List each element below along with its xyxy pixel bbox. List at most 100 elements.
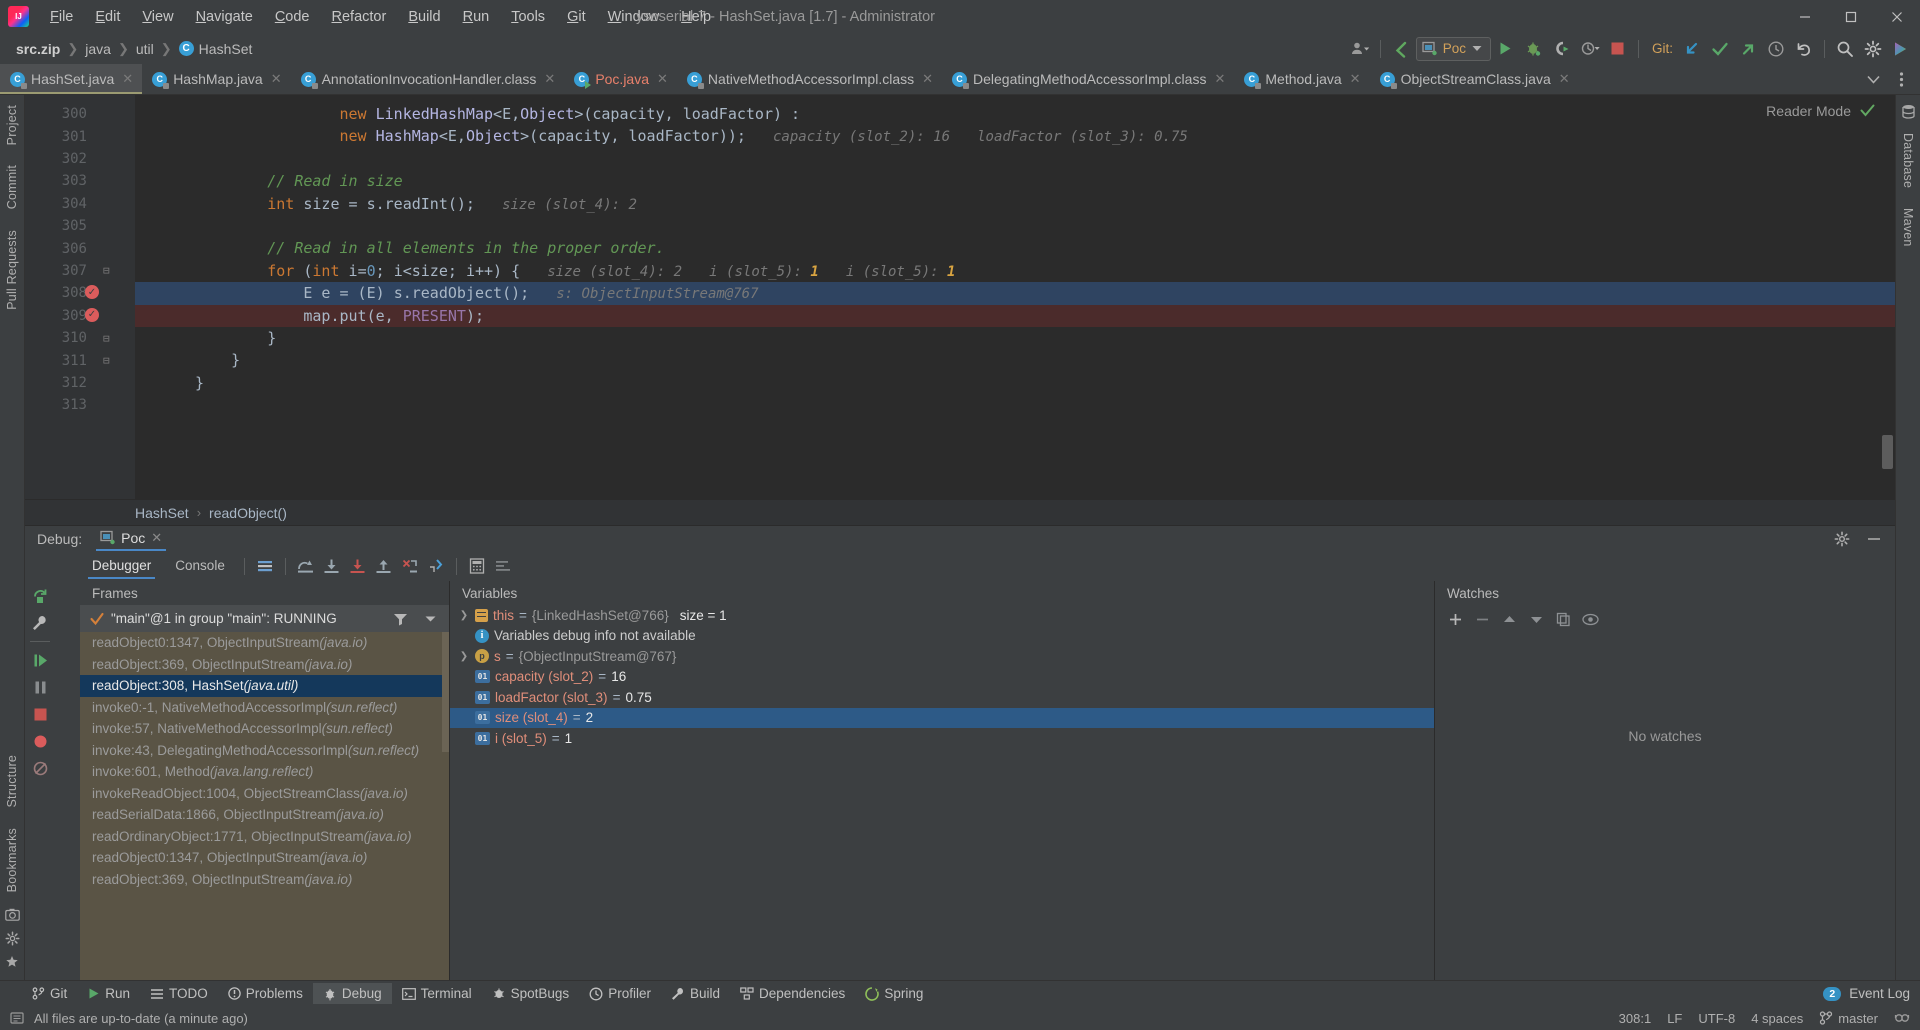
inspection-status-icon[interactable] xyxy=(1860,103,1875,118)
more-options-icon[interactable] xyxy=(1888,66,1914,92)
code-line[interactable]: // Read in size xyxy=(135,170,1895,192)
editor-tab-delegatingmethodaccessorimpl-class[interactable]: C DelegatingMethodAccessorImpl.class ✕ xyxy=(942,64,1235,94)
resume-program-icon[interactable] xyxy=(26,647,54,673)
variables-list[interactable]: ❯ this = {LinkedHashSet@766} size = 1 i Vari… xyxy=(450,605,1434,980)
git-update-icon[interactable] xyxy=(1679,36,1705,62)
tool-window-spotbugs[interactable]: SpotBugs xyxy=(482,983,580,1004)
mute-breakpoints-icon[interactable] xyxy=(26,755,54,781)
frame-item[interactable]: invoke:43, DelegatingMethodAccessorImpl … xyxy=(80,740,449,762)
step-out-icon[interactable] xyxy=(371,553,397,579)
breadcrumb-util[interactable]: util xyxy=(130,39,160,59)
caret-position[interactable]: 308:1 xyxy=(1619,1011,1652,1026)
code-line[interactable]: E e = (E) s.readObject(); s: ObjectInput… xyxy=(135,282,1895,305)
variable-row[interactable]: 01 capacity (slot_2) = 16 xyxy=(450,667,1434,688)
tool-window-spring[interactable]: Spring xyxy=(855,983,933,1004)
menu-item-refactor[interactable]: Refactor xyxy=(321,5,398,29)
menu-item-view[interactable]: View xyxy=(131,5,184,29)
settings-gear-icon[interactable] xyxy=(0,926,25,950)
tool-window-profiler[interactable]: Profiler xyxy=(579,983,661,1004)
frame-item[interactable]: readObject:369, ObjectInputStream (java.… xyxy=(80,869,449,891)
file-encoding[interactable]: UTF-8 xyxy=(1698,1011,1735,1026)
tool-window-build[interactable]: Build xyxy=(661,983,730,1004)
editor-tabs[interactable]: C HashSet.java ✕ C HashMap.java ✕ C AnnotationI… xyxy=(0,64,1854,94)
view-breakpoints-icon[interactable] xyxy=(26,728,54,754)
debug-tab-console[interactable]: Console xyxy=(163,554,237,579)
tool-bar-maven[interactable]: Maven xyxy=(1901,198,1915,257)
pause-program-icon[interactable] xyxy=(26,674,54,700)
close-tab-icon[interactable]: ✕ xyxy=(544,71,555,87)
frames-list[interactable]: readObject0:1347, ObjectInputStream (jav… xyxy=(80,632,449,980)
code-line[interactable]: int size = s.readInt(); size (slot_4): 2 xyxy=(135,193,1895,215)
back-arrow-icon[interactable] xyxy=(1388,36,1414,62)
menu-item-git[interactable]: Git xyxy=(556,5,597,29)
run-icon[interactable] xyxy=(1493,36,1519,62)
frame-item[interactable]: readObject:369, ObjectInputStream (java.… xyxy=(80,654,449,676)
code-line[interactable]: new HashMap<E,Object>(capacity, loadFact… xyxy=(135,125,1895,147)
rollback-icon[interactable] xyxy=(1791,36,1817,62)
tool-window-run[interactable]: Run xyxy=(77,983,140,1004)
stop-program-icon[interactable] xyxy=(26,701,54,727)
editor-tab-annotationinvocationhandler-class[interactable]: C AnnotationInvocationHandler.class ✕ xyxy=(290,64,565,94)
debug-settings-icon[interactable] xyxy=(1829,526,1855,552)
code-line[interactable]: } xyxy=(135,372,1895,394)
filter-frames-icon[interactable] xyxy=(387,606,413,632)
force-step-into-icon[interactable] xyxy=(345,553,371,579)
close-tab-icon[interactable]: ✕ xyxy=(122,71,133,87)
tool-window-todo[interactable]: TODO xyxy=(140,983,218,1004)
show-execution-point-icon[interactable] xyxy=(252,553,278,579)
editor-breadcrumb[interactable]: HashSet › readObject() xyxy=(25,499,1895,525)
camera-icon[interactable] xyxy=(0,902,25,926)
debug-settings-wrench-icon[interactable] xyxy=(26,610,54,636)
close-tab-icon[interactable]: ✕ xyxy=(657,71,668,87)
step-over-icon[interactable] xyxy=(293,553,319,579)
editor-tab-method-java[interactable]: C Method.java ✕ xyxy=(1234,64,1370,94)
editor-gutter[interactable]: 300301302303304305306307⊟308309310⊟311⊟3… xyxy=(25,95,135,499)
variable-row[interactable]: 01 loadFactor (slot_3) = 0.75 xyxy=(450,687,1434,708)
git-branch-widget[interactable]: master xyxy=(1819,1011,1878,1026)
code-line[interactable] xyxy=(135,394,1895,416)
expand-arrow-icon[interactable]: ❯ xyxy=(458,610,470,621)
code-line[interactable]: } xyxy=(135,327,1895,349)
breadcrumb-src-zip[interactable]: src.zip xyxy=(10,39,66,59)
code-line[interactable]: // Read in all elements in the proper or… xyxy=(135,237,1895,259)
tool-bar-project[interactable]: Project xyxy=(5,95,19,155)
code-line[interactable]: for (int i=0; i<size; i++) { size (slot_… xyxy=(135,260,1895,282)
tool-bar-database[interactable]: Database xyxy=(1901,123,1915,198)
editor-tab-nativemethodaccessorimpl-class[interactable]: C NativeMethodAccessorImpl.class ✕ xyxy=(676,64,943,94)
database-icon[interactable] xyxy=(1896,99,1920,123)
tool-window-git[interactable]: Git xyxy=(22,983,77,1004)
inspect-watch-icon[interactable] xyxy=(1578,607,1602,631)
maximize-button[interactable] xyxy=(1828,0,1874,33)
run-configuration-selector[interactable]: Poc xyxy=(1415,36,1491,61)
event-log-label[interactable]: Event Log xyxy=(1849,986,1910,1001)
calculator-icon[interactable] xyxy=(464,553,490,579)
menu-item-tools[interactable]: Tools xyxy=(500,5,556,29)
move-watch-up-icon[interactable] xyxy=(1497,607,1521,631)
rerun-icon[interactable] xyxy=(26,583,54,609)
breadcrumb-java[interactable]: java xyxy=(79,39,117,59)
tool-bar-commit[interactable]: Commit xyxy=(5,155,19,219)
search-everywhere-icon[interactable] xyxy=(1832,36,1858,62)
code-editor[interactable]: 300301302303304305306307⊟308309310⊟311⊟3… xyxy=(25,95,1895,499)
menu-item-edit[interactable]: Edit xyxy=(84,5,131,29)
code-fold-icon[interactable]: ⊟ xyxy=(103,354,110,367)
breadcrumb-class[interactable]: HashSet xyxy=(135,505,189,521)
frame-item[interactable]: readOrdinaryObject:1771, ObjectInputStre… xyxy=(80,826,449,848)
thread-dropdown-icon[interactable] xyxy=(417,606,443,632)
run-coverage-icon[interactable] xyxy=(1549,36,1575,62)
tool-bar-pull-requests[interactable]: Pull Requests xyxy=(5,220,19,320)
menu-item-code[interactable]: Code xyxy=(264,5,321,29)
main-menu[interactable]: File Edit View Navigate Code Refactor Build Run… xyxy=(39,5,722,29)
stop-icon[interactable] xyxy=(1605,36,1631,62)
evaluate-expression-icon[interactable] xyxy=(423,553,449,579)
code-fold-icon[interactable]: ⊟ xyxy=(103,264,110,277)
close-button[interactable] xyxy=(1874,0,1920,33)
editor-tab-poc-java[interactable]: C Poc.java ✕ xyxy=(564,64,677,94)
user-icon[interactable] xyxy=(1347,36,1373,62)
close-tab-icon[interactable]: ✕ xyxy=(922,71,933,87)
tool-window-bar[interactable]: Git Run TODO Problems Debug Terminal SpotBugs P… xyxy=(0,980,1920,1006)
git-commit-icon[interactable] xyxy=(1707,36,1733,62)
editor-tab-objectstreamclass-java[interactable]: C ObjectStreamClass.java ✕ xyxy=(1369,64,1579,94)
debug-tab-debugger[interactable]: Debugger xyxy=(80,554,163,579)
tool-bar-bookmarks[interactable]: Bookmarks xyxy=(5,818,19,902)
